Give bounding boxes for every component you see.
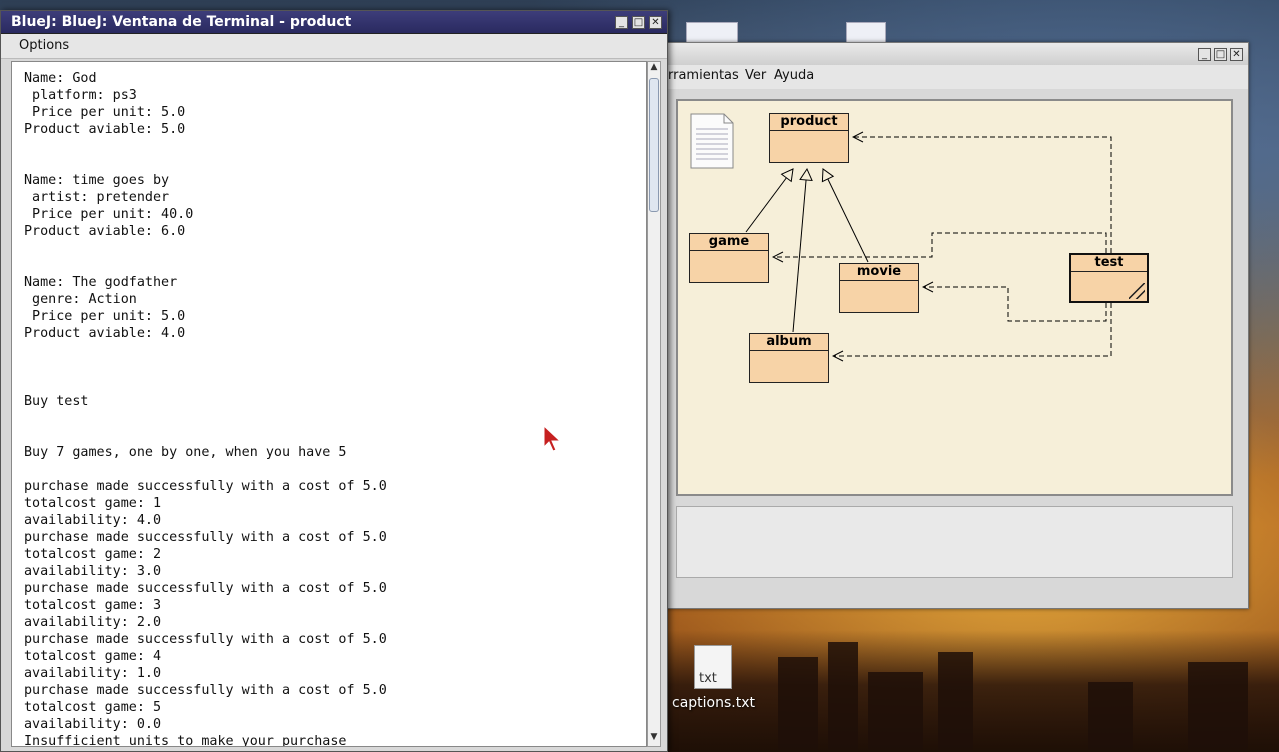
menu-ayuda[interactable]: Ayuda — [774, 68, 814, 83]
terminal-line: Product aviable: 6.0 — [24, 224, 186, 239]
terminal-line: artist: pretender — [24, 190, 170, 205]
desktop-file-captions[interactable]: txt captions.txt — [672, 645, 755, 711]
desktop-thumbnail[interactable] — [846, 22, 886, 44]
text-file-icon: txt — [694, 645, 732, 689]
terminal-line: purchase made successfully with a cost o… — [24, 683, 387, 698]
terminal-text: Name: God platform: ps3 Price per unit: … — [24, 70, 387, 747]
desktop-file-label: captions.txt — [672, 695, 755, 711]
wallpaper-skyline — [668, 630, 1279, 752]
menu-bar: rramientas Ver Ayuda — [656, 65, 1248, 89]
scroll-down-icon[interactable]: ▼ — [648, 732, 660, 746]
terminal-line: availability: 4.0 — [24, 513, 162, 528]
close-icon[interactable]: ✕ — [1230, 48, 1243, 61]
menu-herramientas[interactable]: rramientas — [668, 68, 739, 83]
menu-options[interactable]: Options — [19, 38, 69, 53]
minimize-icon[interactable]: _ — [615, 16, 628, 29]
close-icon[interactable]: ✕ — [649, 16, 662, 29]
terminal-line: Price per unit: 40.0 — [24, 207, 194, 222]
terminal-line: availability: 1.0 — [24, 666, 162, 681]
terminal-line: Insufficient units to make your purchase — [24, 734, 347, 747]
terminal-title-bar[interactable]: BlueJ: BlueJ: Ventana de Terminal - prod… — [1, 11, 667, 34]
terminal-line: platform: ps3 — [24, 88, 137, 103]
message-area — [676, 506, 1233, 578]
class-product[interactable]: product — [769, 113, 849, 163]
class-game[interactable]: game — [689, 233, 769, 283]
class-album[interactable]: album — [749, 333, 829, 383]
terminal-line: Name: God — [24, 71, 97, 86]
terminal-window: BlueJ: BlueJ: Ventana de Terminal - prod… — [0, 10, 668, 752]
terminal-line: totalcost game: 1 — [24, 496, 162, 511]
terminal-line: Price per unit: 5.0 — [24, 309, 186, 324]
terminal-line: totalcost game: 3 — [24, 598, 162, 613]
minimize-icon[interactable]: _ — [1198, 48, 1211, 61]
terminal-line: Buy 7 games, one by one, when you have 5 — [24, 445, 347, 460]
class-test[interactable]: test — [1069, 253, 1149, 303]
maximize-icon[interactable]: □ — [1214, 48, 1227, 61]
terminal-line: Name: The godfather — [24, 275, 178, 290]
class-relations — [745, 101, 1112, 496]
scroll-thumb[interactable] — [649, 78, 659, 212]
terminal-line: Product aviable: 4.0 — [24, 326, 186, 341]
terminal-line: totalcost game: 5 — [24, 700, 162, 715]
class-movie[interactable]: movie — [839, 263, 919, 313]
terminal-line: availability: 2.0 — [24, 615, 162, 630]
title-bar[interactable]: _ □ ✕ — [656, 43, 1248, 66]
class-diagram[interactable]: product game movie album test — [676, 99, 1233, 496]
terminal-line: Name: time goes by — [24, 173, 170, 188]
terminal-line: Product aviable: 5.0 — [24, 122, 186, 137]
scroll-up-icon[interactable]: ▲ — [648, 62, 660, 76]
terminal-line: totalcost game: 4 — [24, 649, 162, 664]
bluej-project-window: _ □ ✕ rramientas Ver Ayuda product game … — [655, 42, 1249, 609]
terminal-line: availability: 3.0 — [24, 564, 162, 579]
terminal-line: totalcost game: 2 — [24, 547, 162, 562]
terminal-title: BlueJ: BlueJ: Ventana de Terminal - prod… — [11, 14, 352, 30]
vertical-scrollbar[interactable]: ▲ ▼ — [647, 61, 661, 747]
terminal-line: Buy test — [24, 394, 89, 409]
desktop-thumbnail[interactable] — [686, 22, 738, 44]
maximize-icon[interactable]: □ — [632, 16, 645, 29]
terminal-line: availability: 0.0 — [24, 717, 162, 732]
menu-ver[interactable]: Ver — [745, 68, 766, 83]
terminal-line: purchase made successfully with a cost o… — [24, 632, 387, 647]
terminal-line: purchase made successfully with a cost o… — [24, 479, 387, 494]
terminal-line: genre: Action — [24, 292, 137, 307]
pane-splitter[interactable] — [676, 498, 1233, 506]
terminal-line: Price per unit: 5.0 — [24, 105, 186, 120]
terminal-line: purchase made successfully with a cost o… — [24, 581, 387, 596]
test-class-marker — [1129, 283, 1145, 299]
terminal-output[interactable]: Name: God platform: ps3 Price per unit: … — [11, 61, 647, 747]
terminal-menu-bar: Options — [1, 34, 667, 59]
terminal-line: purchase made successfully with a cost o… — [24, 530, 387, 545]
readme-icon[interactable] — [690, 113, 734, 169]
